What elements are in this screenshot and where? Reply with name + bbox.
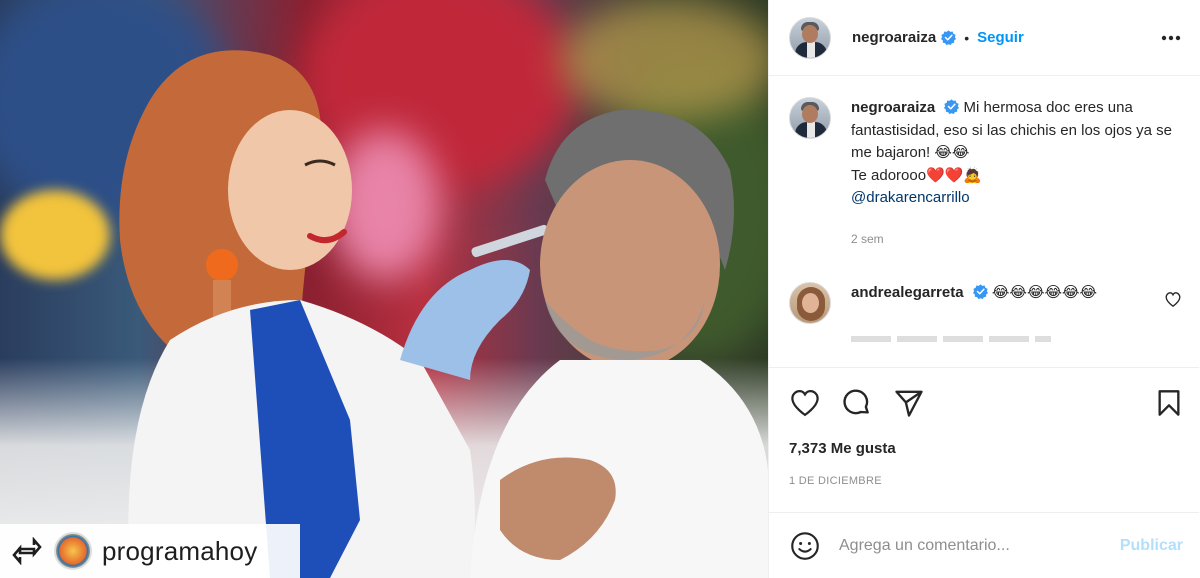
post-side-panel: negroaraiza • Seguir negroaraiza Mi herm… bbox=[768, 0, 1200, 578]
author-username[interactable]: negroaraiza bbox=[852, 29, 936, 46]
caption-mention-link[interactable]: @drakarencarrillo bbox=[851, 187, 1181, 210]
syringe bbox=[471, 224, 549, 258]
comment-body: andrealegarreta 😂😂😂😂😂😂 bbox=[851, 282, 1151, 305]
repost-icon bbox=[10, 534, 44, 568]
comment-item: andrealegarreta 😂😂😂😂😂😂 bbox=[789, 282, 1183, 324]
doctor-face bbox=[228, 110, 352, 270]
author-avatar[interactable] bbox=[789, 16, 831, 59]
comment-text: 😂😂😂😂😂😂 bbox=[991, 284, 1098, 301]
post-actions: 7,373 Me gusta 1 DE DICIEMBRE bbox=[769, 367, 1199, 487]
caption-body: negroaraiza Mi hermosa doc eres una fant… bbox=[851, 97, 1181, 250]
comment-input[interactable] bbox=[839, 536, 1120, 555]
post-date[interactable]: 1 DE DICIEMBRE bbox=[769, 457, 1199, 487]
post-header: negroaraiza • Seguir bbox=[769, 0, 1200, 76]
next-comment-peek bbox=[851, 336, 1051, 342]
repost-avatar bbox=[54, 532, 92, 570]
commenter-avatar[interactable] bbox=[789, 282, 831, 324]
add-comment-bar: Publicar bbox=[769, 512, 1199, 578]
emoji-icon[interactable] bbox=[789, 530, 821, 562]
caption-verified-icon bbox=[944, 99, 960, 114]
repost-account-name: programahoy bbox=[102, 535, 258, 566]
likes-count[interactable]: 7,373 Me gusta bbox=[769, 438, 1199, 457]
repost-bar: programahoy bbox=[0, 524, 300, 578]
bookmark-icon[interactable] bbox=[1153, 387, 1185, 419]
doctor-glove bbox=[400, 260, 530, 380]
caption: negroaraiza Mi hermosa doc eres una fant… bbox=[789, 97, 1183, 250]
post-comment-button[interactable]: Publicar bbox=[1120, 537, 1183, 555]
verified-icon bbox=[941, 30, 957, 45]
follow-button[interactable]: Seguir bbox=[977, 29, 1024, 46]
share-icon[interactable] bbox=[893, 387, 925, 419]
doctor-earring bbox=[206, 249, 238, 281]
header-separator: • bbox=[964, 29, 970, 46]
caption-text-line2: Te adorooo❤️❤️🙇 bbox=[851, 166, 983, 184]
caption-username[interactable]: negroaraiza bbox=[851, 99, 935, 116]
comments-section[interactable]: negroaraiza Mi hermosa doc eres una fant… bbox=[769, 77, 1199, 367]
comment-like-icon[interactable] bbox=[1165, 292, 1183, 310]
commenter-username[interactable]: andrealegarreta bbox=[851, 284, 964, 301]
action-bar bbox=[769, 368, 1199, 438]
commenter-verified-icon bbox=[972, 284, 988, 299]
people-illustration bbox=[119, 50, 768, 578]
heart-icon[interactable] bbox=[789, 387, 821, 419]
comment-icon[interactable] bbox=[841, 387, 873, 419]
caption-time-ago[interactable]: 2 sem bbox=[851, 228, 1181, 251]
more-options-icon[interactable] bbox=[1158, 25, 1184, 51]
post-photo[interactable]: programahoy bbox=[0, 0, 768, 578]
caption-avatar[interactable] bbox=[789, 97, 831, 139]
